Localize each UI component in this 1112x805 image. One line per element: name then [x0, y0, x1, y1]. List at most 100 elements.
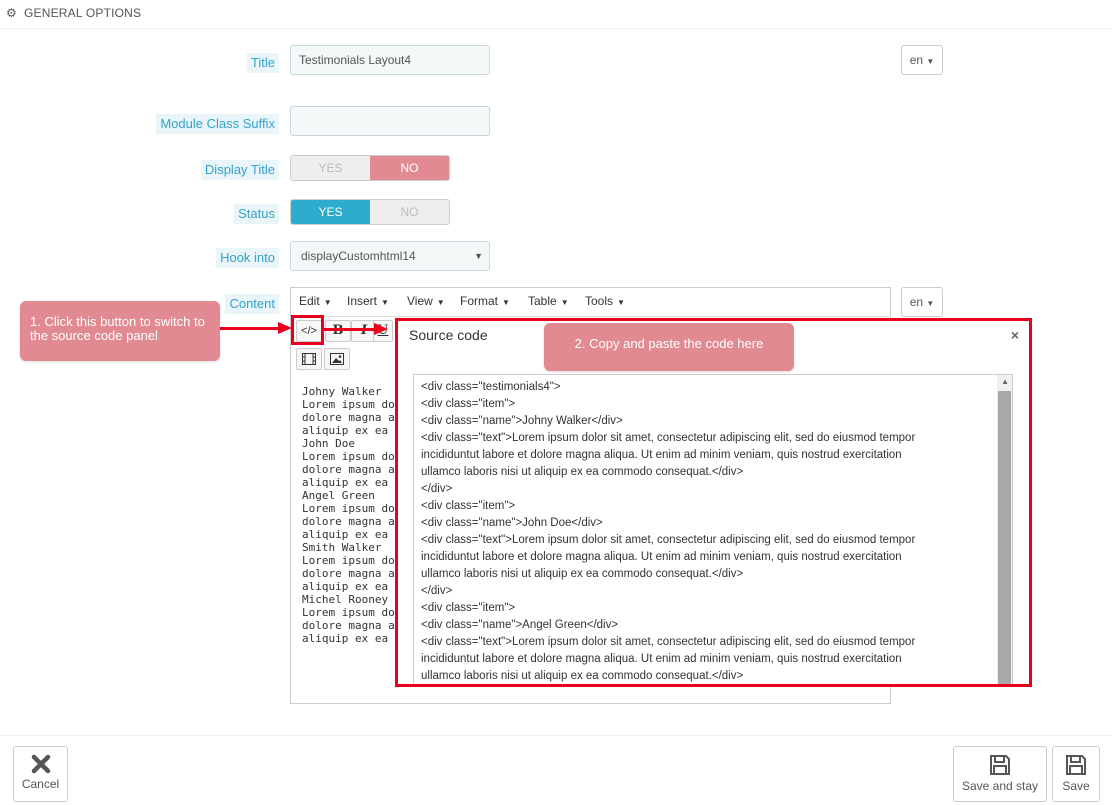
editor-line: aliquip ex ea cor	[302, 476, 394, 489]
step2-callout: 2. Copy and paste the code here	[544, 323, 794, 371]
module-class-suffix-label: Module Class Suffix	[156, 114, 279, 134]
editor-line: aliquip ex ea cor	[302, 580, 394, 593]
editor-line: aliquip ex ea cor	[302, 632, 394, 645]
insert-image-button[interactable]	[324, 348, 350, 370]
menu-label: Tools	[585, 294, 614, 308]
code-line: <div class="testimonials4">	[421, 381, 561, 393]
editor-menubar: Edit ▼ Insert ▼ View ▼ Format ▼ Table ▼ Tools…	[291, 288, 890, 317]
content-label: Content	[225, 294, 279, 314]
step1-arrow-line	[220, 327, 282, 330]
status-yes[interactable]: YES	[291, 200, 370, 224]
code-line: <div class="item">	[421, 500, 516, 512]
close-icon[interactable]: ×	[1011, 327, 1019, 343]
menu-table[interactable]: Table ▼	[528, 294, 569, 308]
editor-line: dolore magna al	[302, 463, 394, 476]
editor-line: dolore magna al	[302, 619, 394, 632]
code-line: ullamco laboris nisi ut aliquip ex ea co…	[421, 670, 744, 682]
gears-icon: ⚙	[6, 6, 17, 20]
film-icon	[302, 353, 316, 365]
caret-down-icon: ▼	[474, 251, 483, 261]
editor-line: Michel Rooney	[302, 593, 389, 606]
caret-down-icon: ▼	[617, 298, 625, 307]
editor-line: dolore magna al	[302, 411, 394, 424]
panel-header: ⚙ GENERAL OPTIONS	[0, 0, 1112, 29]
code-line: <div class="item">	[421, 602, 516, 614]
bold-button[interactable]: B	[325, 320, 351, 342]
menu-label: View	[407, 294, 433, 308]
source-code-button-highlight	[291, 315, 324, 345]
title-input[interactable]: Testimonials Layout4	[290, 45, 490, 75]
scroll-up-icon[interactable]: ▲	[1001, 377, 1009, 386]
status-toggle[interactable]: YES NO	[290, 199, 450, 225]
menu-tools[interactable]: Tools ▼	[585, 294, 625, 308]
editor-line: Lorem ipsum do	[302, 398, 394, 411]
code-line: </div>	[421, 585, 453, 597]
caret-down-icon: ▼	[502, 298, 510, 307]
form-footer: Cancel Save and stay Save	[0, 735, 1112, 805]
caret-down-icon: ▼	[926, 57, 935, 66]
caret-down-icon: ▼	[926, 299, 935, 308]
code-line: incididuntut labore et dolore magna aliq…	[421, 653, 902, 665]
caret-down-icon: ▼	[323, 298, 332, 307]
save-label: Save	[1062, 779, 1090, 793]
code-line: <div class="text">Lorem ipsum dolor sit …	[421, 432, 916, 444]
insert-video-button[interactable]	[296, 348, 322, 370]
editor-line: dolore magna al	[302, 515, 394, 528]
code-line: <div class="text">Lorem ipsum dolor sit …	[421, 534, 916, 546]
floppy-disk-icon	[1066, 755, 1086, 775]
caret-down-icon: ▼	[436, 298, 445, 307]
code-line: ullamco laboris nisi ut aliquip ex ea co…	[421, 568, 744, 580]
editor-line: John Doe	[302, 437, 355, 450]
title-label: Title	[246, 53, 279, 73]
editor-line: Lorem ipsum do	[302, 606, 394, 619]
code-line: <div class="name">Angel Green</div>	[421, 619, 619, 631]
step1-arrow2-line	[324, 328, 376, 331]
editor-line: Lorem ipsum do	[302, 450, 394, 463]
editor-line: Lorem ipsum do	[302, 554, 394, 567]
menu-edit[interactable]: Edit ▼	[299, 294, 332, 308]
code-line: <div class="item">	[421, 398, 516, 410]
menu-label: Format	[460, 294, 499, 308]
display-title-toggle[interactable]: YES NO	[290, 155, 450, 181]
source-code-dialog: Source code × <div class="testimonials4"…	[395, 318, 1032, 687]
status-no[interactable]: NO	[370, 200, 449, 224]
code-line: ullamco laboris nisi ut aliquip ex ea co…	[421, 466, 744, 478]
lang-label: en	[909, 53, 924, 67]
step1-callout: 1. Click this button to switch to the so…	[20, 301, 220, 361]
menu-label: Edit	[299, 294, 320, 308]
image-icon	[330, 353, 344, 365]
editor-line: aliquip ex ea cor	[302, 424, 394, 437]
editor-line: Smith Walker	[302, 541, 382, 554]
hook-into-select[interactable]: displayCustomhtml14 ▼	[290, 241, 490, 271]
menu-label: Table	[528, 294, 557, 308]
menu-insert[interactable]: Insert ▼	[347, 294, 389, 308]
editor-line: aliquip ex ea cor	[302, 528, 394, 541]
source-code-textarea[interactable]: <div class="testimonials4"> <div class="…	[413, 374, 1013, 684]
dialog-title: Source code	[409, 327, 488, 343]
display-title-no[interactable]: NO	[370, 156, 449, 180]
status-label: Status	[234, 204, 279, 224]
display-title-yes[interactable]: YES	[291, 156, 370, 180]
menu-view[interactable]: View ▼	[407, 294, 445, 308]
code-line: incididuntut labore et dolore magna aliq…	[421, 449, 902, 461]
hook-into-label: Hook into	[216, 248, 279, 268]
module-class-suffix-input[interactable]	[290, 106, 490, 136]
code-line: <div class="name">John Doe</div>	[421, 517, 603, 529]
editor-line: Johny Walker	[302, 385, 382, 398]
save-button[interactable]: Save	[1052, 746, 1100, 802]
editor-content[interactable]: Johny Walker Lorem ipsum do dolore magna…	[302, 385, 394, 645]
save-and-stay-label: Save and stay	[961, 779, 1039, 793]
display-title-label: Display Title	[200, 160, 279, 180]
menu-format[interactable]: Format ▼	[460, 294, 510, 308]
step1-arrow-head	[278, 322, 292, 334]
save-and-stay-button[interactable]: Save and stay	[953, 746, 1047, 802]
title-lang-dropdown[interactable]: en ▼	[901, 45, 943, 75]
scrollbar-thumb[interactable]	[998, 391, 1011, 684]
cancel-button[interactable]: Cancel	[13, 746, 68, 802]
panel-title: GENERAL OPTIONS	[24, 6, 142, 20]
editor-line: Lorem ipsum do	[302, 502, 394, 515]
vertical-scrollbar[interactable]: ▲	[997, 375, 1012, 684]
code-line: </div>	[421, 483, 453, 495]
content-lang-dropdown[interactable]: en ▼	[901, 287, 943, 317]
menu-label: Insert	[347, 294, 378, 308]
